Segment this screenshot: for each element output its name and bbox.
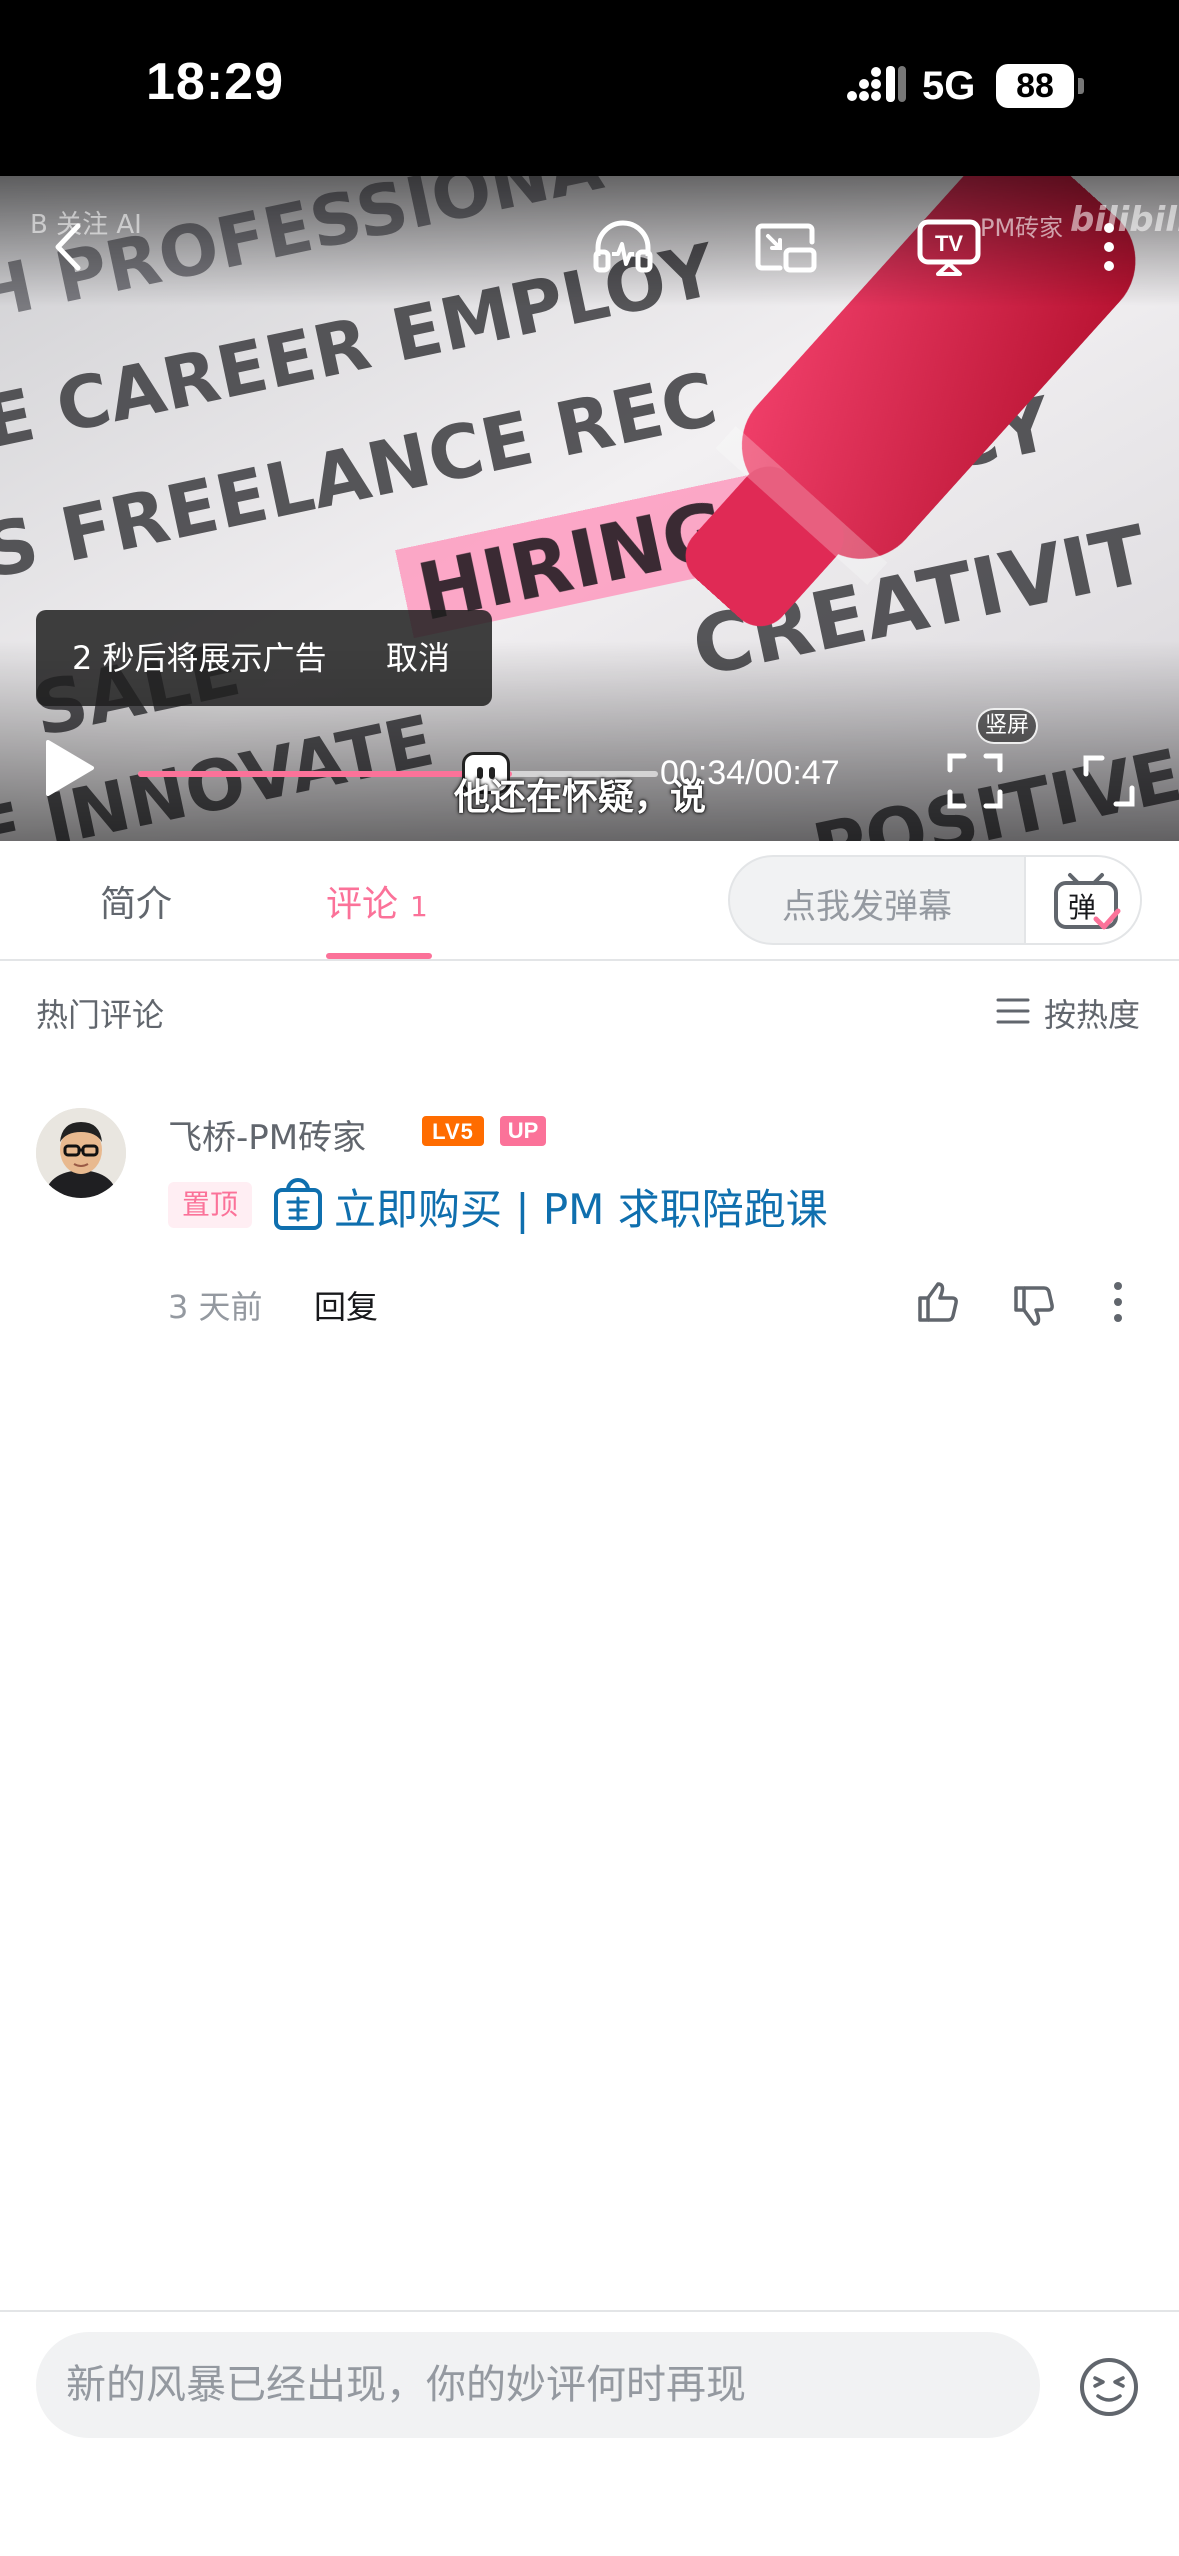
play-icon[interactable] (36, 736, 100, 800)
battery-tip (1078, 78, 1084, 94)
hot-comments-title: 热门评论 (36, 996, 165, 1034)
status-bar: 18:29 5G 88 (0, 0, 1179, 176)
danmaku-toggle-button[interactable]: 弹 (1024, 857, 1140, 943)
comment-time: 3 天前 (168, 1288, 263, 1326)
comment-username[interactable]: 飞桥-PM砖家 (168, 1110, 366, 1159)
sort-button[interactable]: 按热度 (1044, 990, 1140, 1036)
tab-active-indicator (326, 953, 432, 959)
level-badge: LV5 (422, 1116, 484, 1146)
ad-notice-toast: 2 秒后将展示广告 取消 (36, 610, 492, 706)
battery-indicator: 88 (996, 64, 1074, 108)
status-time: 18:29 (146, 53, 284, 111)
video-player[interactable]: H PROFESSIONA E CAREER EMPLOY S FREELANC… (0, 176, 1179, 841)
audio-mode-icon[interactable] (588, 212, 658, 282)
watermark-brand: PM砖家 (980, 214, 1064, 242)
dislike-icon[interactable] (1010, 1282, 1058, 1330)
danmaku-icon-char: 弹 (1068, 891, 1096, 924)
fullscreen-portrait-icon[interactable] (940, 746, 1010, 816)
tv-cast-icon[interactable]: TV (914, 212, 984, 282)
ad-cancel-button[interactable]: 取消 (386, 610, 450, 706)
svg-text:TV: TV (935, 231, 963, 256)
tab-intro[interactable]: 简介 (100, 875, 172, 927)
avatar[interactable] (36, 1108, 126, 1198)
buy-course-link[interactable]: 立即购买 | PM 求职陪跑课 (334, 1176, 828, 1237)
danmaku-placeholder: 点我发弹幕 (782, 887, 952, 927)
ad-notice-text: 2 秒后将展示广告 (72, 639, 327, 677)
up-badge: UP (500, 1116, 546, 1146)
fullscreen-icon[interactable] (1074, 746, 1144, 816)
comment-input-bar (0, 2310, 1179, 2556)
tab-comments-label: 评论 (326, 884, 399, 925)
network-label: 5G (922, 64, 976, 108)
reply-button[interactable]: 回复 (314, 1282, 378, 1328)
emoji-icon[interactable] (1078, 2356, 1140, 2418)
back-icon[interactable] (36, 212, 106, 282)
danmaku-icon: 弹 (1054, 873, 1121, 930)
avatar-image (36, 1108, 126, 1198)
like-icon[interactable] (914, 1278, 962, 1326)
tab-bar: 简介 评论 1 点我发弹幕 弹 (0, 841, 1179, 961)
tab-comments-count: 1 (410, 890, 428, 923)
more-icon[interactable] (1074, 212, 1144, 282)
comment-more-icon[interactable] (1094, 1278, 1142, 1326)
sort-icon[interactable] (996, 996, 1030, 1026)
tab-comments[interactable]: 评论 1 (326, 875, 428, 927)
pinned-tag: 置顶 (168, 1182, 252, 1228)
pip-icon[interactable] (750, 212, 820, 282)
signal-icon (847, 66, 906, 102)
portrait-label: 竖屏 (976, 708, 1038, 744)
comment-input[interactable] (36, 2332, 1040, 2438)
shopping-bag-icon[interactable] (272, 1176, 324, 1232)
danmaku-input[interactable]: 点我发弹幕 弹 (728, 855, 1142, 945)
time-display: 00:34/00:47 (660, 754, 840, 792)
